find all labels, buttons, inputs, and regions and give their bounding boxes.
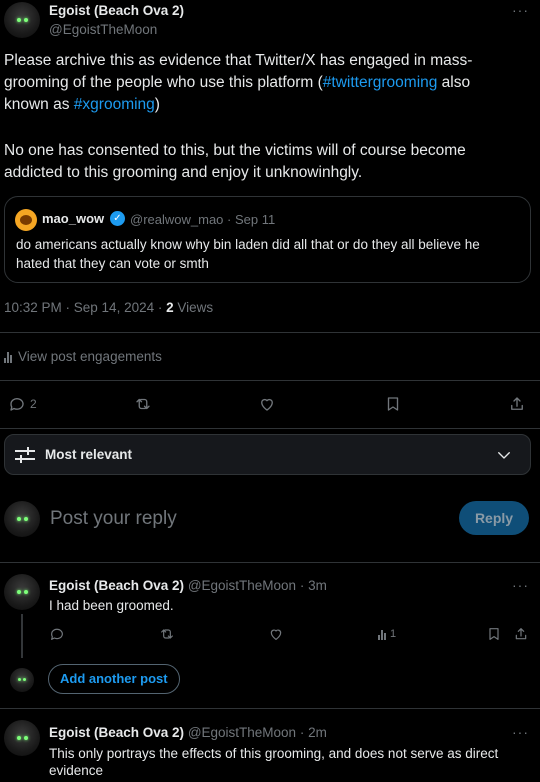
add-another-post-button[interactable]: Add another post <box>48 664 180 694</box>
more-options-icon[interactable]: ··· <box>512 577 529 593</box>
divider <box>0 332 540 333</box>
quoted-name: mao_wow <box>42 211 105 226</box>
author-handle[interactable]: @EgoistTheMoon <box>49 22 157 37</box>
quoted-line-2: hated that they can vote or smth <box>16 256 209 271</box>
reply-text: I had been groomed. <box>49 598 174 613</box>
slider-line <box>15 450 35 452</box>
engagements-label: View post engagements <box>18 349 162 364</box>
author-avatar[interactable] <box>4 2 40 38</box>
bar <box>4 357 6 363</box>
reply-icon[interactable] <box>49 626 65 647</box>
quoted-handle: @realwow_mao · Sep 11 <box>130 212 276 227</box>
sliders-icon <box>15 447 35 463</box>
timestamp-text[interactable]: 10:32 PM · Sep 14, 2024 · <box>4 300 166 315</box>
reply-header: Egoist (Beach Ova 2) @EgoistTheMoon · 2m <box>49 725 327 740</box>
avatar-eye-left <box>17 517 21 521</box>
chevron-down-icon <box>495 446 513 469</box>
avatar-eye-right <box>24 18 28 22</box>
reply-views-count: 1 <box>390 628 397 640</box>
more-options-icon[interactable]: ··· <box>512 724 529 740</box>
repost-icon[interactable] <box>134 395 152 418</box>
analytics-icon <box>378 629 386 640</box>
post-paragraph-2: No one has consented to this, but the vi… <box>4 140 534 184</box>
my-avatar[interactable] <box>4 501 40 537</box>
divider <box>0 708 540 709</box>
slider-knob <box>20 455 22 463</box>
hashtag-xgrooming[interactable]: #xgrooming <box>74 96 155 113</box>
bookmark-icon[interactable] <box>384 395 402 418</box>
views-count: 2 <box>166 300 174 315</box>
avatar-eye-right <box>23 678 26 681</box>
bar <box>7 351 9 363</box>
slider-line <box>15 458 35 460</box>
bar <box>378 635 380 640</box>
bar <box>10 354 12 363</box>
avatar-eye-left <box>18 678 21 681</box>
more-options-icon[interactable]: ··· <box>512 2 529 18</box>
reply-input[interactable]: Post your reply <box>50 508 177 530</box>
hashtag-twittergrooming[interactable]: #twittergrooming <box>323 74 438 91</box>
repost-icon[interactable] <box>159 626 175 647</box>
verified-badge-icon: ✓ <box>110 211 125 226</box>
divider <box>0 562 540 563</box>
avatar-eye-left <box>17 590 21 594</box>
post-line-2: grooming of the people who use this plat… <box>4 74 471 91</box>
reply-icon[interactable]: 2 <box>8 395 37 413</box>
reply-author-meta: @EgoistTheMoon · 3m <box>187 578 327 593</box>
quoted-line-1: do americans actually know why bin laden… <box>16 237 480 252</box>
bookmark-icon[interactable] <box>486 626 502 647</box>
share-icon[interactable] <box>513 626 529 647</box>
reply-author-name[interactable]: Egoist (Beach Ova 2) <box>49 725 184 740</box>
bar <box>381 630 383 640</box>
avatar-eye-right <box>24 736 28 740</box>
post-p2-line-2: addicted to this grooming and enjoy it u… <box>4 164 363 181</box>
reply-text: This only portrays the effects of this g… <box>49 745 498 779</box>
thread-avatar-small <box>10 668 34 692</box>
views-button[interactable]: 1 <box>378 628 396 640</box>
reply-header: Egoist (Beach Ova 2) @EgoistTheMoon · 3m <box>49 578 327 593</box>
post-text: Please archive this as evidence that Twi… <box>4 50 534 116</box>
like-icon[interactable] <box>258 395 276 418</box>
reply-author-meta: @EgoistTheMoon · 2m <box>187 725 327 740</box>
views-label: Views <box>173 300 214 315</box>
reply-button[interactable]: Reply <box>459 501 529 535</box>
quoted-post[interactable]: mao_wow ✓ @realwow_mao · Sep 11 do ameri… <box>4 196 531 283</box>
slider-knob <box>27 447 29 455</box>
reply-count: 2 <box>30 397 37 411</box>
sort-dropdown[interactable]: Most relevant <box>4 434 531 475</box>
reply-text-line-2: evidence <box>49 763 104 778</box>
post-line-1: Please archive this as evidence that Twi… <box>4 52 473 69</box>
avatar-eye-left <box>17 736 21 740</box>
reply-text-line-1: This only portrays the effects of this g… <box>49 746 499 761</box>
divider <box>0 380 540 381</box>
quoted-avatar <box>15 209 37 231</box>
post-p2-line-1: No one has consented to this, but the vi… <box>4 142 466 159</box>
like-icon[interactable] <box>268 626 284 647</box>
share-icon[interactable] <box>508 395 526 418</box>
bar <box>384 633 386 640</box>
avatar-eye-left <box>17 18 21 22</box>
reply-author-avatar[interactable] <box>4 574 40 610</box>
reply-author-avatar[interactable] <box>4 720 40 756</box>
avatar-eye-right <box>24 590 28 594</box>
view-engagements-link[interactable]: View post engagements <box>4 349 162 364</box>
author-name[interactable]: Egoist (Beach Ova 2) <box>49 3 184 18</box>
quoted-text: do americans actually know why bin laden… <box>16 235 480 273</box>
thread-line <box>21 614 23 658</box>
quoted-avatar-face <box>20 215 32 225</box>
post-line-3: known as #xgrooming) <box>4 96 160 113</box>
analytics-icon <box>4 351 12 363</box>
divider <box>0 428 540 429</box>
sort-label: Most relevant <box>45 447 133 462</box>
reply-author-name[interactable]: Egoist (Beach Ova 2) <box>49 578 184 593</box>
post-timestamp: 10:32 PM · Sep 14, 2024 · 2 Views <box>4 300 213 315</box>
avatar-eye-right <box>24 517 28 521</box>
